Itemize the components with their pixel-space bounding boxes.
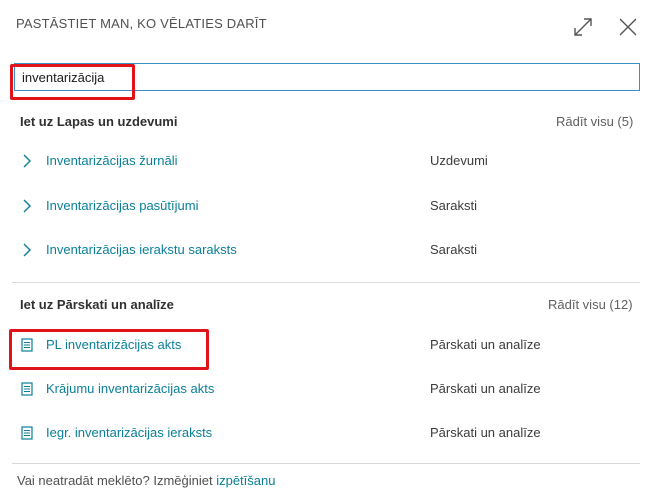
result-link[interactable]: PL inventarizācijas akts [46, 337, 181, 352]
result-row[interactable]: Krājumu inventarizācijas akts Pārskati u… [0, 379, 658, 401]
report-icon [20, 381, 34, 397]
result-row[interactable]: Inventarizācijas pasūtījumi Saraksti [0, 196, 658, 218]
result-link[interactable]: Krājumu inventarizācijas akts [46, 381, 214, 396]
chevron-right-icon [20, 242, 34, 258]
text-caret [132, 69, 133, 86]
result-link[interactable]: Iegr. inventarizācijas ieraksts [46, 425, 212, 440]
show-all-pages-link[interactable]: Rādīt visu (5) [556, 114, 633, 129]
section-divider [12, 282, 640, 283]
close-button[interactable] [615, 14, 641, 40]
result-link[interactable]: Inventarizācijas žurnāli [46, 153, 178, 168]
result-link[interactable]: Inventarizācijas ierakstu saraksts [46, 242, 237, 257]
result-row[interactable]: Iegr. inventarizācijas ieraksts Pārskati… [0, 423, 658, 445]
show-all-reports-link[interactable]: Rādīt visu (12) [548, 297, 633, 312]
result-row[interactable]: PL inventarizācijas akts Pārskati un ana… [0, 335, 658, 357]
footer-hint: Vai neatradāt meklēto? Izmēģiniet izpētī… [17, 473, 275, 488]
result-category: Pārskati un analīze [430, 381, 541, 396]
chevron-right-icon [20, 153, 34, 169]
footer-divider [12, 463, 640, 464]
result-category: Saraksti [430, 198, 477, 213]
result-category: Pārskati un analīze [430, 425, 541, 440]
explore-link[interactable]: izpētīšanu [216, 473, 275, 488]
expand-icon [572, 16, 594, 38]
result-row[interactable]: Inventarizācijas žurnāli Uzdevumi [0, 151, 658, 173]
footer-text: Vai neatradāt meklēto? Izmēģiniet [17, 473, 217, 488]
section-heading-reports: Iet uz Pārskati un analīze [20, 297, 174, 312]
result-category: Pārskati un analīze [430, 337, 541, 352]
tell-me-dialog: PASTĀSTIET MAN, KO VĒLATIES DARĪT Iet uz… [0, 0, 658, 499]
search-box[interactable] [14, 63, 640, 91]
report-icon [20, 425, 34, 441]
result-category: Uzdevumi [430, 153, 488, 168]
dialog-title: PASTĀSTIET MAN, KO VĒLATIES DARĪT [16, 16, 267, 31]
expand-button[interactable] [570, 14, 596, 40]
result-category: Saraksti [430, 242, 477, 257]
close-icon [617, 16, 639, 38]
result-link[interactable]: Inventarizācijas pasūtījumi [46, 198, 198, 213]
chevron-right-icon [20, 198, 34, 214]
report-icon [20, 337, 34, 353]
search-input[interactable] [22, 67, 622, 87]
section-heading-pages: Iet uz Lapas un uzdevumi [20, 114, 178, 129]
result-row[interactable]: Inventarizācijas ierakstu saraksts Sarak… [0, 240, 658, 262]
